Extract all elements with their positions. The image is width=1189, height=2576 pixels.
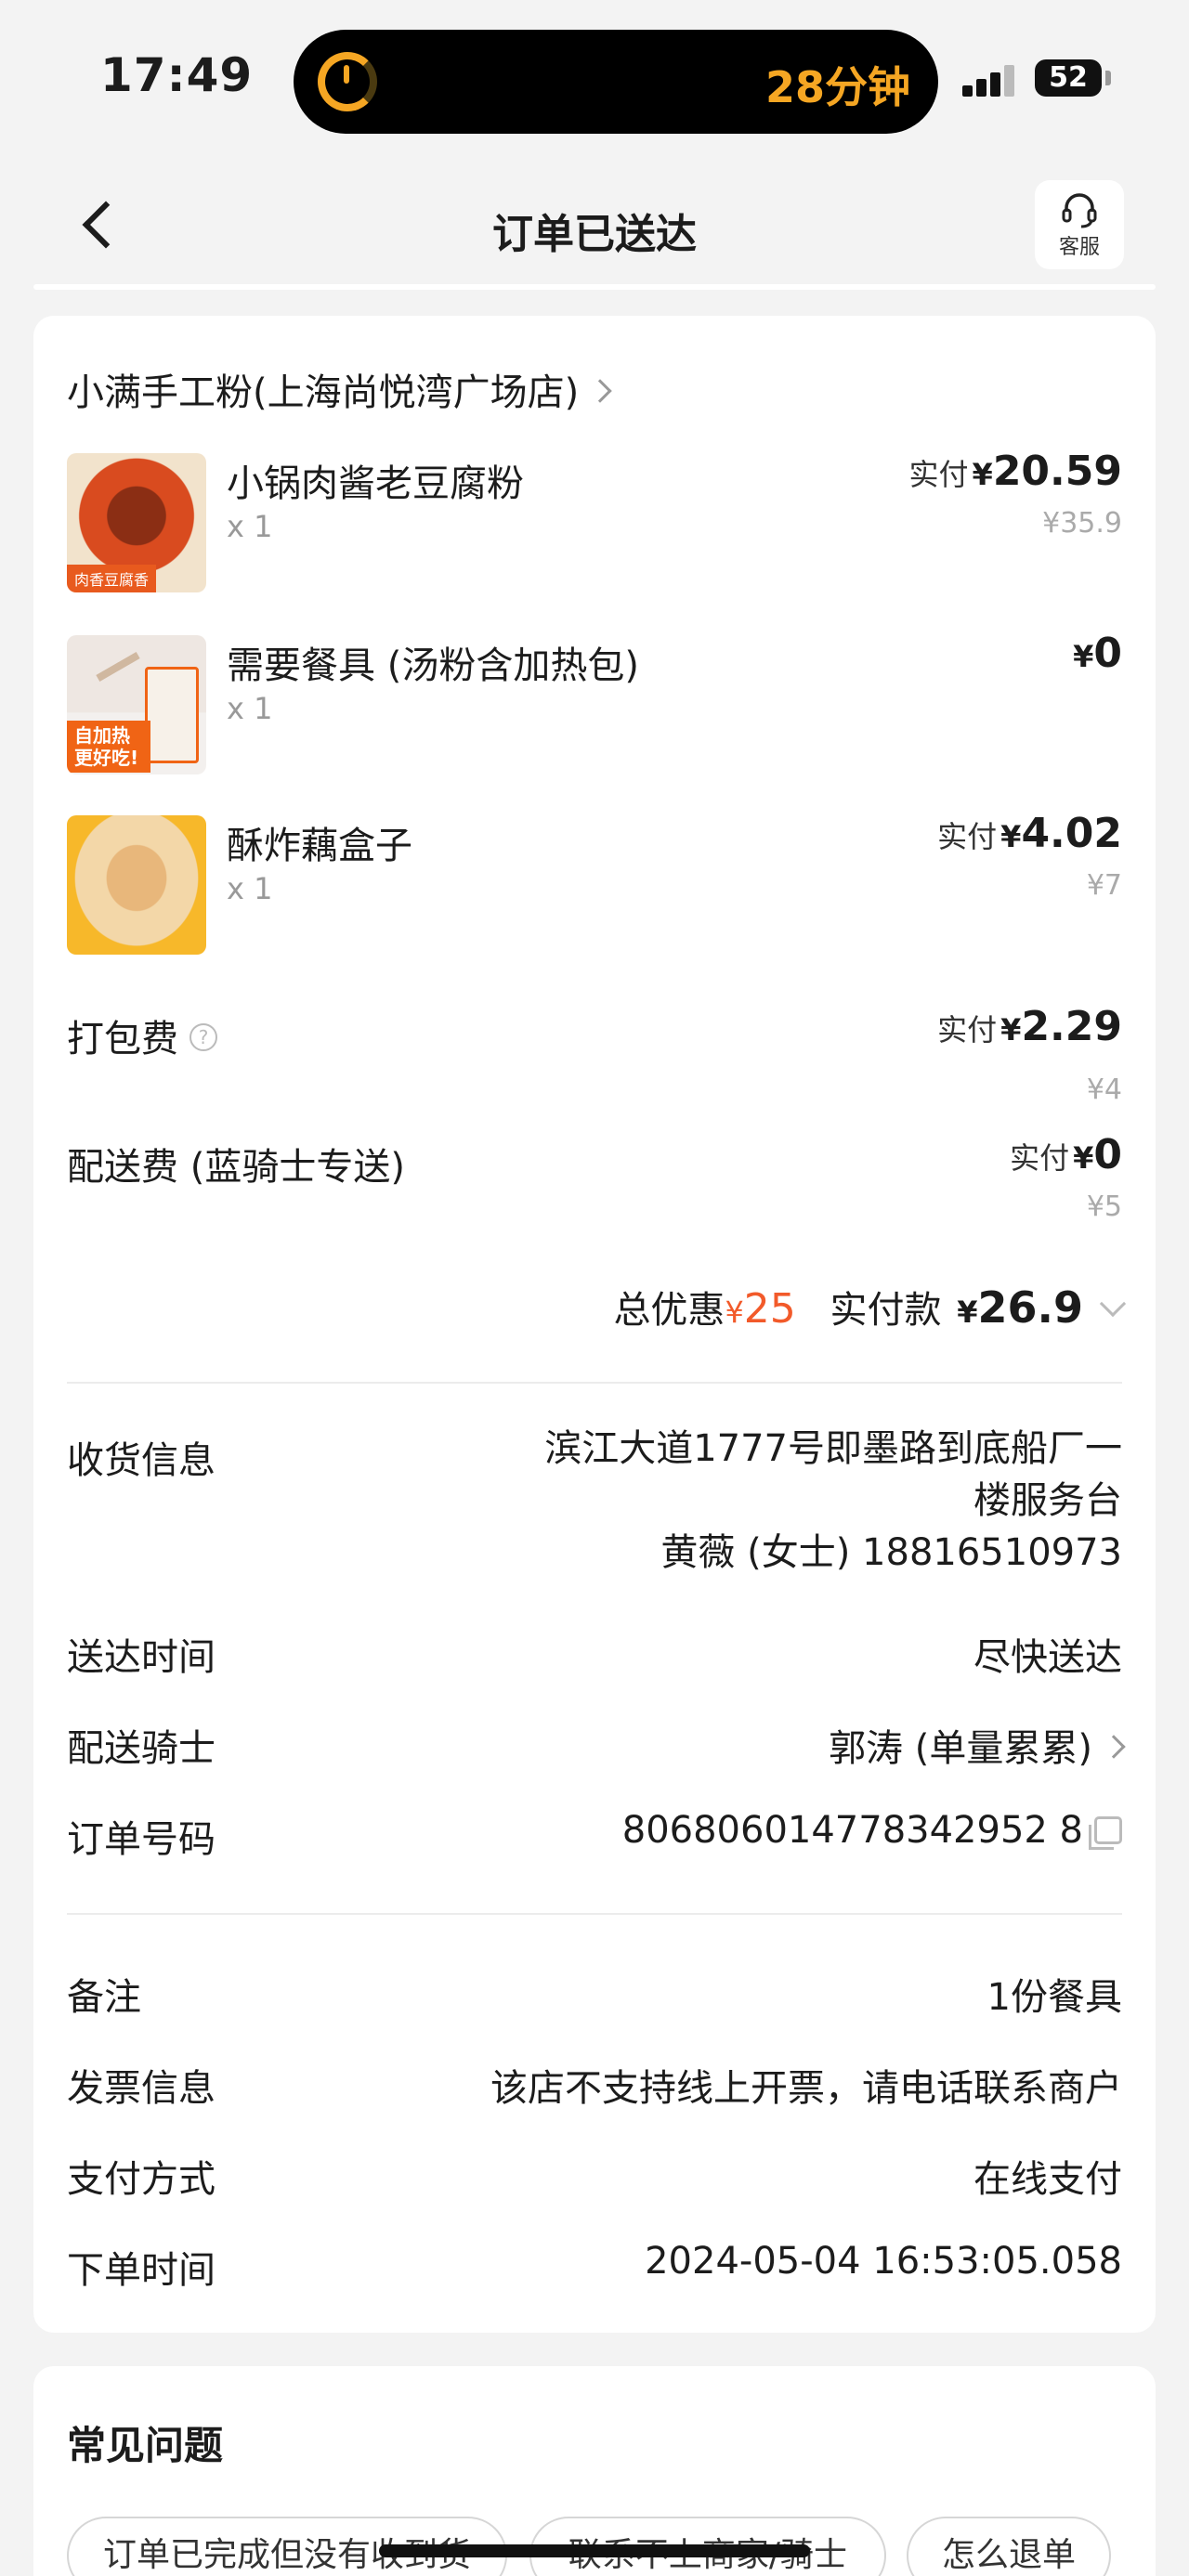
discount-label: 总优惠	[613, 1289, 725, 1332]
order-detail-card: 小满手工粉(上海尚悦湾广场店) 肉香豆腐香 小锅肉酱老豆腐粉 x 1 实付 ¥20…	[33, 316, 1156, 2333]
battery-icon: 52	[1035, 59, 1102, 97]
faq-chip-refund[interactable]: 怎么退单	[907, 2517, 1111, 2576]
pay-label: 实付	[908, 457, 969, 492]
address-line-2: 楼服务台	[973, 1479, 1122, 1522]
yen-symbol: ¥	[1073, 1140, 1094, 1176]
total-label: 实付款	[830, 1289, 942, 1332]
copy-icon[interactable]	[1089, 1816, 1122, 1850]
address-line-1: 滨江大道1777号即墨路到底船厂一	[544, 1427, 1122, 1470]
customer-service-button[interactable]: 客服	[1035, 180, 1124, 269]
signal-icon	[962, 65, 1014, 97]
packing-fee-price: 实付 ¥2.29	[937, 1003, 1122, 1050]
yen-symbol: ¥	[1000, 819, 1022, 854]
price-value: 20.59	[992, 448, 1122, 495]
chevron-right-icon	[588, 379, 612, 403]
heat-pack-graphic	[145, 667, 199, 763]
header-divider	[33, 284, 1156, 290]
yen-symbol: ¥	[1000, 1012, 1022, 1047]
price-summary[interactable]: 总优惠¥25 实付款 ¥26.9	[613, 1280, 1127, 1334]
invoice-value: 该店不支持线上开票，请电话联系商户	[490, 2067, 1122, 2110]
remark-value: 1份餐具	[986, 1976, 1122, 2019]
order-number-label: 订单号码	[67, 1818, 216, 1861]
rider-value: 郭涛 (单量累累)	[829, 1727, 1092, 1770]
rider-label: 配送骑士	[67, 1727, 216, 1770]
item-thumbnail-1[interactable]: 肉香豆腐香	[67, 453, 206, 592]
invoice-label: 发票信息	[67, 2067, 216, 2110]
store-link[interactable]: 小满手工粉(上海尚悦湾广场店)	[67, 362, 612, 416]
island-eta-text: 28分钟	[764, 62, 910, 112]
yen-symbol: ¥	[1073, 639, 1094, 674]
packing-fee-text: 打包费	[67, 1018, 178, 1060]
address-label: 收货信息	[67, 1439, 216, 1482]
pay-label: 实付	[1010, 1140, 1070, 1176]
item-name-1: 小锅肉酱老豆腐粉	[227, 462, 524, 505]
item-thumbnail-3[interactable]	[67, 815, 206, 955]
order-number-value: 806806014778342952 8	[621, 1809, 1083, 1852]
thumb-tag: 肉香豆腐香	[67, 565, 157, 592]
delivery-fee-orig: ¥5	[1086, 1190, 1122, 1223]
headset-icon	[1062, 193, 1097, 228]
order-number: 806806014778342952 8	[622, 1809, 1122, 1852]
price-value: 0	[1093, 630, 1122, 677]
total-value: 26.9	[977, 1282, 1084, 1333]
price-value: 2.29	[1021, 1003, 1122, 1050]
packing-fee-label: 打包费?	[67, 1008, 217, 1062]
item-qty-1: x 1	[227, 509, 273, 544]
item-thumbnail-2[interactable]: 自加热 更好吃!	[67, 635, 206, 774]
faq-title: 常见问题	[67, 2423, 224, 2468]
item-price-2: ¥0	[1069, 630, 1122, 677]
item-qty-3: x 1	[227, 871, 273, 906]
item-price-1: 实付 ¥20.59	[909, 448, 1122, 495]
item-orig-price-3: ¥7	[1086, 869, 1122, 902]
price-value: 0	[1093, 1131, 1122, 1178]
discount-value: 25	[743, 1285, 796, 1333]
item-name-2: 需要餐具 (汤粉含加热包)	[227, 644, 639, 687]
pay-label: 实付	[937, 819, 998, 854]
delivery-fee-price: 实付 ¥0	[1010, 1131, 1122, 1178]
item-price-3: 实付 ¥4.02	[937, 810, 1122, 857]
order-time-label: 下单时间	[67, 2249, 216, 2292]
dynamic-island[interactable]: 28分钟	[294, 30, 938, 134]
address-block: 滨江大道1777号即墨路到底船厂一 楼服务台 黄薇 (女士) 188165109…	[544, 1423, 1122, 1579]
delivery-fee-label: 配送费 (蓝骑士专送)	[67, 1146, 405, 1189]
yen-symbol: ¥	[957, 1295, 978, 1330]
store-name: 小满手工粉(上海尚悦湾广场店)	[67, 371, 580, 414]
divider	[67, 1382, 1122, 1384]
status-time: 17:49	[100, 48, 254, 102]
delivery-time-value: 尽快送达	[973, 1636, 1122, 1679]
chevron-down-icon[interactable]	[1099, 1290, 1127, 1318]
customer-service-label: 客服	[1058, 236, 1100, 259]
item-name-3: 酥炸藕盒子	[227, 825, 412, 867]
yen-symbol: ¥	[972, 457, 993, 492]
nav-header: 订单已送达 客服	[0, 173, 1189, 275]
price-value: 4.02	[1021, 810, 1122, 857]
packing-fee-orig: ¥4	[1086, 1073, 1122, 1106]
utensil-graphic	[96, 652, 140, 682]
payment-value: 在线支付	[973, 2158, 1122, 2201]
thumb-tag: 自加热 更好吃!	[67, 721, 150, 773]
status-bar: 17:49 28分钟 52	[0, 0, 1189, 158]
delivery-time-label: 送达时间	[67, 1636, 216, 1679]
page-title: 订单已送达	[492, 211, 697, 258]
remark-label: 备注	[67, 1976, 141, 2019]
home-indicator[interactable]	[379, 2544, 810, 2557]
contact-info: 黄薇 (女士) 18816510973	[660, 1531, 1122, 1574]
yen-symbol: ¥	[725, 1295, 744, 1330]
timer-ring-icon	[318, 52, 377, 111]
item-qty-2: x 1	[227, 691, 273, 726]
divider	[67, 1913, 1122, 1915]
item-orig-price-1: ¥35.9	[1042, 507, 1122, 540]
rider-link[interactable]: 郭涛 (单量累累)	[829, 1718, 1126, 1772]
battery-tip	[1105, 71, 1111, 85]
order-time-value: 2024-05-04 16:53:05.058	[645, 2240, 1122, 2283]
payment-label: 支付方式	[67, 2158, 216, 2201]
chevron-right-icon	[1102, 1735, 1126, 1759]
pay-label: 实付	[937, 1012, 998, 1047]
help-circle-icon[interactable]: ?	[189, 1023, 217, 1051]
